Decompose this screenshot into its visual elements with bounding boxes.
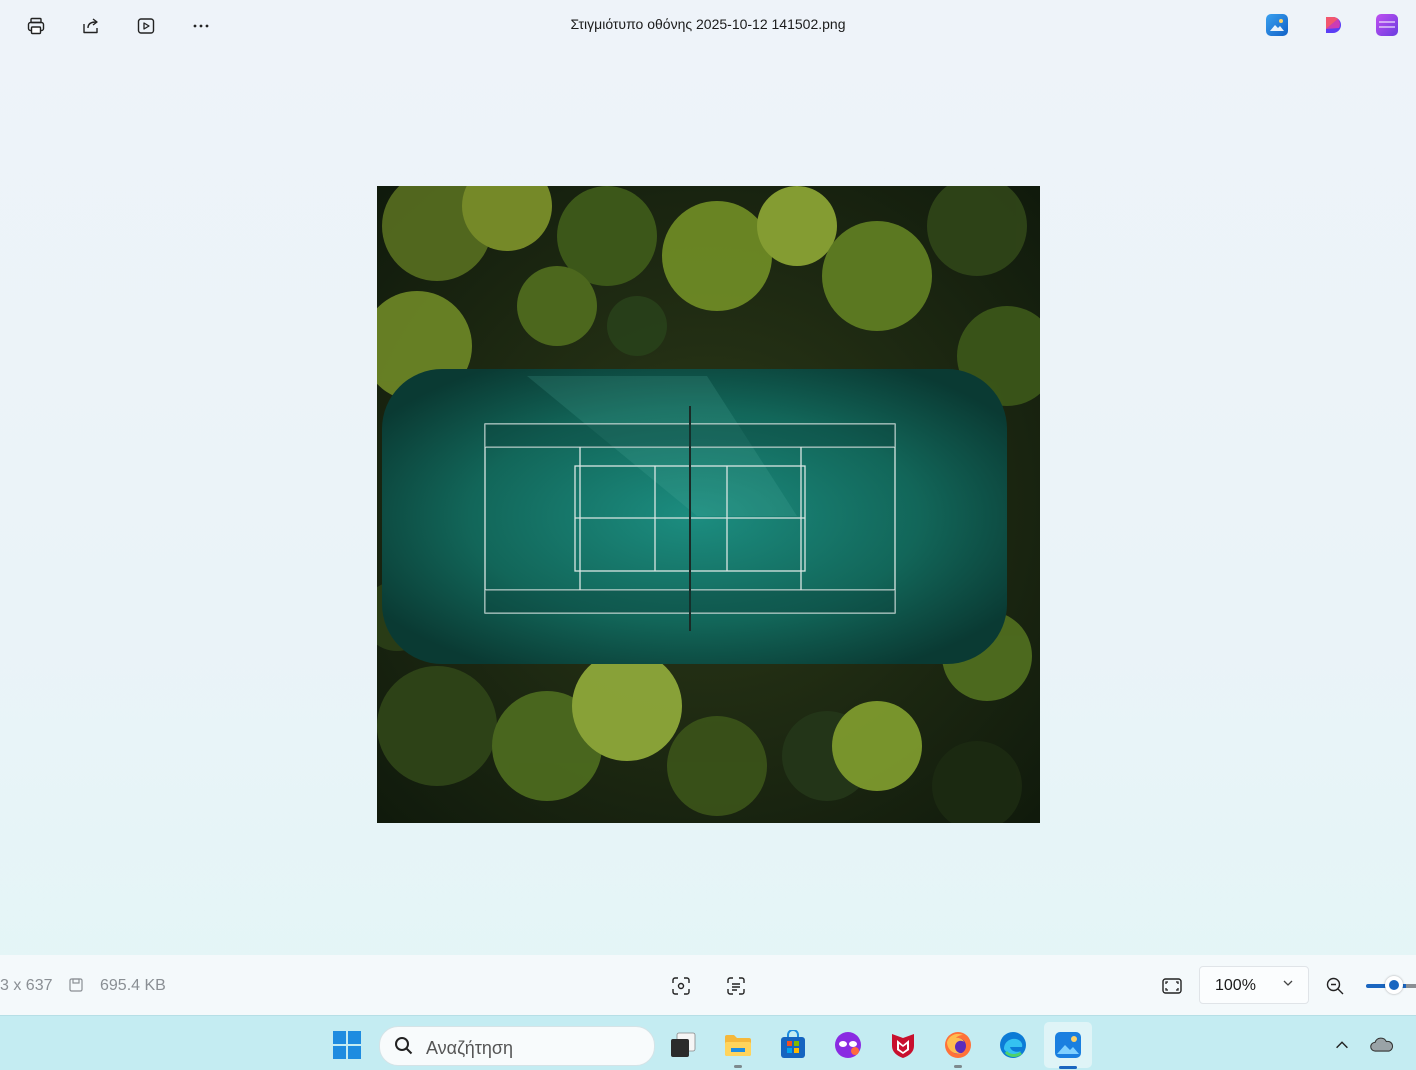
text-scan-button[interactable]: [723, 973, 749, 999]
zoom-out-icon: [1326, 977, 1344, 995]
store-button[interactable]: [777, 1029, 809, 1061]
zoom-value: 100%: [1215, 977, 1256, 994]
firefox-icon: [945, 1032, 971, 1058]
displayed-image: [377, 186, 1040, 823]
file-size: 695.4 KB: [100, 977, 166, 994]
text-scan-icon: [727, 977, 745, 995]
file-explorer-button[interactable]: [722, 1029, 754, 1061]
mask-app-icon: [835, 1032, 861, 1058]
mcafee-button[interactable]: [887, 1029, 919, 1061]
task-view-icon: [671, 1032, 696, 1057]
edge-button[interactable]: [997, 1029, 1029, 1061]
cloud-icon: [1370, 1037, 1394, 1052]
zoom-out-button[interactable]: [1322, 973, 1348, 999]
taskbar: Αναζήτηση: [0, 1015, 1416, 1070]
clipchamp-app-icon[interactable]: [1376, 14, 1398, 36]
photos-button[interactable]: [1052, 1029, 1084, 1061]
mcafee-shield-icon: [892, 1034, 914, 1058]
zoom-slider-rest[interactable]: [1406, 984, 1416, 988]
top-toolbar: Στιγμιότυπο οθόνης 2025-10-12 141502.png: [0, 0, 1416, 52]
search-icon: [395, 1037, 413, 1055]
start-button[interactable]: [331, 1029, 363, 1061]
designer-app-icon[interactable]: [1322, 14, 1344, 36]
zoom-dropdown[interactable]: 100%: [1199, 966, 1309, 1004]
fit-to-window-button[interactable]: [1159, 973, 1185, 999]
visual-search-button[interactable]: [668, 973, 694, 999]
chevron-down-icon: [1283, 980, 1293, 986]
file-title: Στιγμιότυπο οθόνης 2025-10-12 141502.png: [570, 16, 846, 32]
firefox-button[interactable]: [942, 1029, 974, 1061]
taskbar-search[interactable]: Αναζήτηση: [379, 1026, 655, 1066]
status-bar: 3 x 637 695.4 KB 100%: [0, 955, 1416, 1015]
running-indicator: [954, 1065, 962, 1068]
zoom-slider-thumb[interactable]: [1385, 976, 1403, 994]
onedrive-button[interactable]: [1366, 1029, 1398, 1061]
folder-icon: [725, 1035, 751, 1056]
tennis-court-photo: [377, 186, 1040, 823]
running-indicator: [734, 1065, 742, 1068]
store-icon: [781, 1030, 805, 1058]
save-icon: [64, 973, 88, 997]
chevron-up-icon: [1336, 1041, 1348, 1049]
task-view-button[interactable]: [667, 1029, 699, 1061]
search-placeholder: Αναζήτηση: [426, 1038, 513, 1058]
windows-logo-icon: [333, 1031, 361, 1059]
photos-icon: [1055, 1032, 1081, 1058]
visual-search-icon: [672, 977, 690, 995]
image-dimensions: 3 x 637: [0, 977, 53, 994]
copilot-button[interactable]: [832, 1029, 864, 1061]
fit-window-icon: [1162, 978, 1182, 994]
photos-app-icon[interactable]: [1266, 14, 1288, 36]
show-hidden-icons-button[interactable]: [1326, 1029, 1358, 1061]
edge-icon: [1000, 1032, 1026, 1058]
